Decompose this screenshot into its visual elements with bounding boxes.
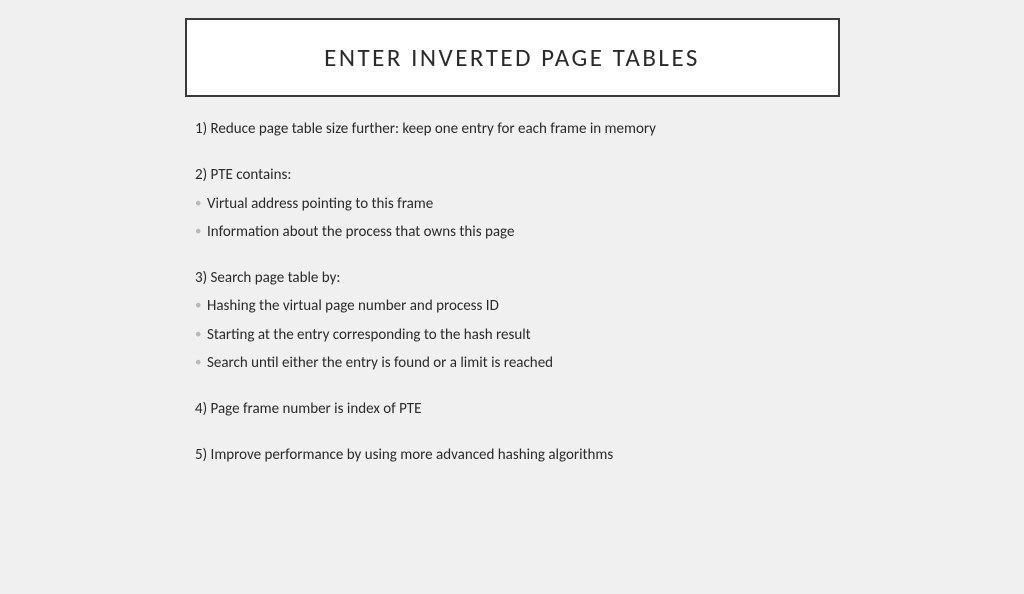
- item-heading: 2) PTE contains:: [195, 165, 1024, 185]
- item-heading: 5) Improve performance by using more adv…: [195, 445, 1024, 465]
- sub-bullet: Hashing the virtual page number and proc…: [195, 296, 1024, 316]
- list-item: 2) PTE contains: Virtual address pointin…: [195, 165, 1024, 242]
- slide-title: ENTER INVERTED PAGE TABLES: [207, 42, 818, 73]
- sub-bullet: Search until either the entry is found o…: [195, 353, 1024, 373]
- sub-bullet: Virtual address pointing to this frame: [195, 194, 1024, 214]
- sub-bullet: Information about the process that owns …: [195, 222, 1024, 242]
- list-item: 1) Reduce page table size further: keep …: [195, 119, 1024, 139]
- list-item: 3) Search page table by: Hashing the vir…: [195, 268, 1024, 373]
- item-heading: 4) Page frame number is index of PTE: [195, 399, 1024, 419]
- list-item: 4) Page frame number is index of PTE: [195, 399, 1024, 419]
- sub-bullet: Starting at the entry corresponding to t…: [195, 325, 1024, 345]
- item-heading: 3) Search page table by:: [195, 268, 1024, 288]
- title-box: ENTER INVERTED PAGE TABLES: [185, 18, 840, 97]
- item-heading: 1) Reduce page table size further: keep …: [195, 119, 1024, 139]
- list-item: 5) Improve performance by using more adv…: [195, 445, 1024, 465]
- content-area: 1) Reduce page table size further: keep …: [195, 119, 1024, 466]
